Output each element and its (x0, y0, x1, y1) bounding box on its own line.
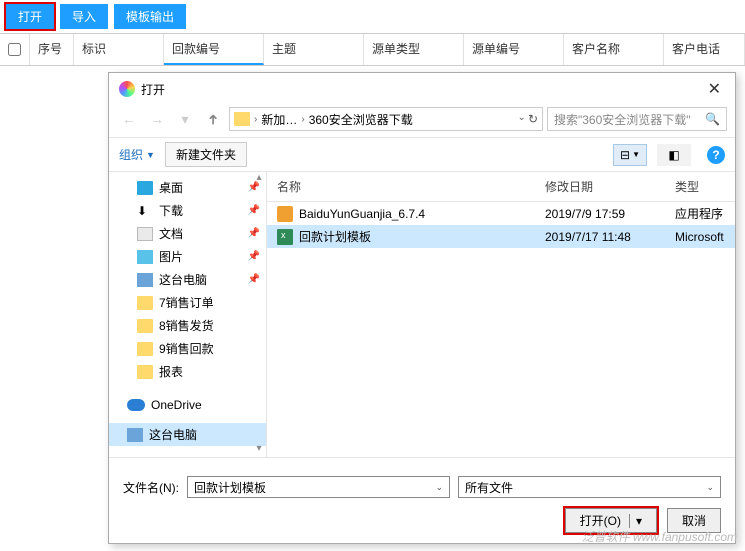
import-button[interactable]: 导入 (60, 4, 108, 29)
dialog-titlebar: 打开 ✕ (109, 73, 735, 105)
tree-item-pictures[interactable]: 图片📌 (109, 245, 266, 268)
cloud-icon (127, 399, 145, 411)
pc-icon (137, 273, 153, 287)
chevron-right-icon: › (301, 114, 304, 125)
tree-item-desktop[interactable]: 桌面📌 (109, 176, 266, 199)
col-code[interactable]: 回款编号 (164, 34, 264, 65)
folder-icon (137, 319, 153, 333)
dialog-title: 打开 (141, 81, 165, 98)
new-folder-button[interactable]: 新建文件夹 (165, 142, 247, 167)
view-preview-button[interactable]: ◧ (657, 144, 691, 166)
organize-button[interactable]: 组织 ▼ (119, 146, 155, 163)
filename-label: 文件名(N): (123, 479, 179, 496)
search-placeholder: 搜索"360安全浏览器下载" (554, 111, 691, 128)
address-bar-row: ← → ▾ ➜ › 新加… › 360安全浏览器下载 ⌄ ↻ 搜索"360安全浏… (109, 105, 735, 137)
close-icon[interactable]: ✕ (704, 79, 725, 99)
chevron-right-icon: › (254, 114, 257, 125)
browser-logo-icon (119, 81, 135, 97)
col-seq[interactable]: 序号 (30, 34, 74, 65)
select-all-checkbox[interactable] (8, 43, 21, 56)
table-header: 序号 标识 回款编号 主题 源单类型 源单编号 客户名称 客户电话 (0, 33, 745, 66)
tree-item-folder[interactable]: 9销售回款 (109, 337, 266, 360)
chevron-down-icon[interactable]: ⌄ (518, 112, 526, 126)
picture-icon (137, 250, 153, 264)
breadcrumb[interactable]: › 新加… › 360安全浏览器下载 ⌄ ↻ (229, 107, 543, 131)
pc-icon (127, 428, 143, 442)
col-cust-phone[interactable]: 客户电话 (664, 34, 745, 65)
watermark: 泛普软件 www.fanpusoft.com (582, 528, 737, 545)
template-output-button[interactable]: 模板输出 (114, 4, 186, 29)
tree-item-folder[interactable]: 7销售订单 (109, 291, 266, 314)
scroll-up-icon: ▴ (252, 172, 266, 186)
folder-icon (137, 365, 153, 379)
tree-item-onedrive[interactable]: OneDrive (109, 395, 266, 415)
col-header-date[interactable]: 修改日期 (535, 178, 665, 195)
col-mark[interactable]: 标识 (74, 34, 164, 65)
file-list: 名称 修改日期 类型 BaiduYunGuanjia_6.7.4 2019/7/… (267, 172, 735, 457)
excel-file-icon (277, 229, 293, 245)
file-row[interactable]: BaiduYunGuanjia_6.7.4 2019/7/9 17:59 应用程… (267, 202, 735, 225)
exe-file-icon (277, 206, 293, 222)
tree-item-folder[interactable]: 报表 (109, 360, 266, 383)
search-input[interactable]: 搜索"360安全浏览器下载" 🔍 (547, 107, 727, 131)
filetype-select[interactable]: 所有文件⌄ (458, 476, 721, 498)
col-header-type[interactable]: 类型 (665, 178, 735, 195)
file-row[interactable]: 回款计划模板 2019/7/17 11:48 Microsoft (267, 225, 735, 248)
open-button[interactable]: 打开 (6, 4, 54, 29)
view-details-button[interactable]: ⊟ ▼ (613, 144, 647, 166)
filename-input[interactable]: 回款计划模板⌄ (187, 476, 450, 498)
folder-icon (137, 296, 153, 310)
back-button[interactable]: ← (117, 107, 141, 131)
tree-item-downloads[interactable]: ⬇下载📌 (109, 199, 266, 222)
col-subject[interactable]: 主题 (264, 34, 364, 65)
document-icon (137, 227, 153, 241)
tree-item-this-pc[interactable]: 这台电脑📌 (109, 268, 266, 291)
tree-item-folder[interactable]: 8销售发货 (109, 314, 266, 337)
chevron-down-icon: ▾ (629, 514, 642, 528)
folder-icon (137, 342, 153, 356)
col-src-type[interactable]: 源单类型 (364, 34, 464, 65)
chevron-down-icon: ⌄ (435, 482, 443, 493)
refresh-icon[interactable]: ↻ (528, 112, 538, 126)
desktop-icon (137, 181, 153, 195)
folder-icon (234, 112, 250, 126)
file-list-header: 名称 修改日期 类型 (267, 172, 735, 202)
tree-item-documents[interactable]: 文档📌 (109, 222, 266, 245)
tree-scrollbar[interactable]: ▴ ▾ (252, 172, 266, 457)
chevron-down-icon: ⌄ (706, 482, 714, 493)
crumb-segment[interactable]: 360安全浏览器下载 (309, 111, 413, 128)
folder-tree: ▴ ▾ 桌面📌 ⬇下载📌 文档📌 图片📌 这台电脑📌 7销售订单 8销售发货 9… (109, 172, 267, 457)
col-header-name[interactable]: 名称 (267, 178, 535, 195)
crumb-segment[interactable]: 新加… (261, 111, 297, 128)
main-toolbar: 打开 导入 模板输出 (0, 0, 745, 33)
download-icon: ⬇ (137, 204, 153, 218)
search-icon: 🔍 (705, 112, 720, 126)
col-cust-name[interactable]: 客户名称 (564, 34, 664, 65)
toolbar-row: 组织 ▼ 新建文件夹 ⊟ ▼ ◧ ? (109, 137, 735, 172)
file-open-dialog: 打开 ✕ ← → ▾ ➜ › 新加… › 360安全浏览器下载 ⌄ ↻ 搜索"3… (108, 72, 736, 544)
col-src-code[interactable]: 源单编号 (464, 34, 564, 65)
forward-button[interactable]: → (145, 107, 169, 131)
chevron-down-icon: ▼ (146, 150, 155, 160)
help-icon[interactable]: ? (707, 146, 725, 164)
up-button[interactable]: ➜ (201, 107, 225, 131)
recent-button[interactable]: ▾ (173, 107, 197, 131)
scroll-down-icon: ▾ (252, 443, 266, 457)
tree-item-this-pc[interactable]: 这台电脑 (109, 423, 266, 446)
